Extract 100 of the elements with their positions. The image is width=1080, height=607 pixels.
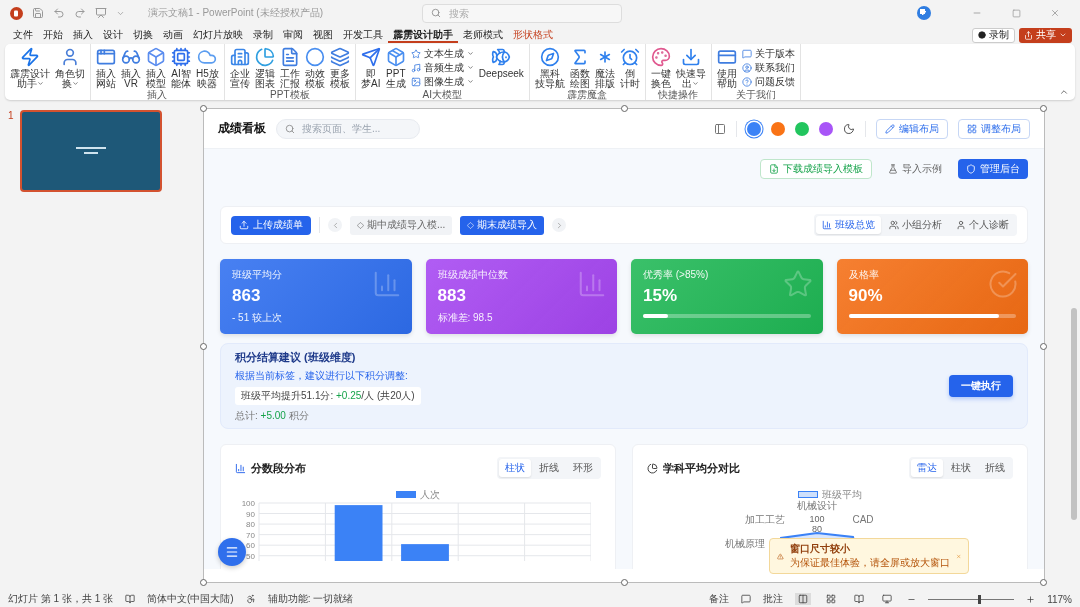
- resize-handle[interactable]: [621, 105, 628, 112]
- action-button[interactable]: 导入示例: [880, 159, 950, 179]
- menu-tab[interactable]: 老师模式: [458, 27, 508, 43]
- menu-tab[interactable]: 形状格式: [508, 27, 558, 43]
- action-button[interactable]: 管理后台: [958, 159, 1028, 179]
- record-button[interactable]: 录制: [972, 27, 1015, 43]
- ribbon-button[interactable]: 工作 汇报: [277, 46, 302, 90]
- ribbon-button[interactable]: 函数 绘图: [567, 46, 592, 90]
- action-button[interactable]: 下载成绩导入模板: [760, 159, 872, 179]
- ribbon-button[interactable]: 音频生成: [410, 61, 474, 74]
- chart-type-tab[interactable]: 柱状: [499, 459, 531, 477]
- upload-button[interactable]: 上传成绩单: [231, 215, 311, 235]
- menu-tab[interactable]: 开始: [38, 27, 68, 43]
- zoom-thumb[interactable]: [978, 594, 982, 604]
- import-chip[interactable]: 期末成绩导入: [460, 215, 545, 235]
- ribbon-button[interactable]: 角色切 换: [53, 46, 87, 90]
- theme-color-dot[interactable]: [795, 121, 809, 136]
- ribbon-button[interactable]: 动效 模板: [302, 46, 327, 90]
- chart-type-tab[interactable]: 柱状: [945, 459, 977, 477]
- menu-tab[interactable]: 插入: [68, 27, 98, 43]
- menu-tab[interactable]: 切换: [128, 27, 158, 43]
- menu-tab[interactable]: 文件: [8, 27, 38, 43]
- presentation-icon[interactable]: [95, 7, 107, 19]
- search-field[interactable]: 搜索页面、学生...: [276, 118, 420, 139]
- ribbon-button[interactable]: 文本生成: [410, 47, 474, 60]
- flask-icon: [888, 164, 898, 174]
- ribbon-button[interactable]: 插入 模型: [144, 46, 168, 90]
- ribbon-button[interactable]: PPT 生成: [383, 46, 408, 90]
- menu-tab[interactable]: 幻灯片放映: [188, 27, 248, 43]
- scrollbar-thumb[interactable]: [1071, 308, 1077, 520]
- menu-tab[interactable]: 录制: [248, 27, 278, 43]
- redo-icon[interactable]: [74, 7, 86, 19]
- chart-type-tab[interactable]: 折线: [533, 459, 565, 477]
- ribbon-button[interactable]: 即 梦AI: [358, 46, 383, 90]
- collapse-icon[interactable]: [1059, 87, 1069, 97]
- accessibility-status[interactable]: 辅助功能: 一切就绪: [267, 592, 354, 606]
- ribbon-button[interactable]: 企业 宣传: [227, 46, 252, 90]
- undo-icon[interactable]: [53, 7, 65, 19]
- menu-tab[interactable]: 视图: [308, 27, 338, 43]
- dark-mode-icon[interactable]: [843, 122, 855, 135]
- view-tab[interactable]: 个人诊断: [950, 216, 1015, 234]
- ribbon-button[interactable]: 倒 计时: [617, 46, 642, 90]
- chart-type-tab[interactable]: 环形: [567, 459, 599, 477]
- theme-color-dot[interactable]: [747, 121, 761, 136]
- ribbon-button[interactable]: H5放 映器: [194, 46, 221, 90]
- resize-handle[interactable]: [200, 343, 207, 350]
- ribbon-button[interactable]: 逻辑 图表: [252, 46, 277, 90]
- save-icon[interactable]: [32, 7, 44, 19]
- ribbon-button[interactable]: 插入 VR: [119, 46, 143, 90]
- view-button[interactable]: [795, 593, 812, 605]
- resize-handle[interactable]: [1040, 105, 1047, 112]
- ribbon-button[interactable]: 插入 网站: [94, 46, 118, 90]
- language-label[interactable]: 简体中文(中国大陆): [147, 592, 234, 606]
- ribbon-button[interactable]: 一键 换色: [648, 46, 673, 90]
- search-input[interactable]: 搜索: [447, 6, 598, 20]
- ribbon-button[interactable]: 问题反馈: [741, 75, 795, 88]
- search-field[interactable]: 搜索: [422, 3, 623, 23]
- layout-button[interactable]: 编辑布局: [876, 118, 948, 139]
- zoom-in-icon[interactable]: [1026, 594, 1036, 604]
- menu-tab[interactable]: 动画: [158, 27, 188, 43]
- menu-tab[interactable]: 审阅: [278, 27, 308, 43]
- ribbon-button[interactable]: 霹雳设计 助手: [8, 46, 52, 90]
- resize-handle[interactable]: [200, 105, 207, 112]
- slide-thumbnail[interactable]: [19, 110, 162, 192]
- close-icon[interactable]: [1050, 8, 1060, 18]
- resize-handle[interactable]: [621, 579, 628, 586]
- menu-tab[interactable]: 开发工具: [338, 27, 388, 43]
- ribbon-button[interactable]: Deepseek: [476, 46, 526, 80]
- ribbon-button[interactable]: 图像生成: [410, 75, 474, 88]
- theme-color-dot[interactable]: [771, 121, 785, 136]
- theme-color-dot[interactable]: [819, 121, 833, 136]
- spelling-icon[interactable]: [125, 594, 135, 604]
- file-download-icon: [769, 164, 779, 174]
- sidebar-toggle-icon[interactable]: [714, 122, 726, 135]
- comments-button[interactable]: 批注: [763, 592, 784, 606]
- ribbon-button[interactable]: 快速导 出: [673, 46, 708, 90]
- avatar[interactable]: [917, 6, 931, 20]
- ribbon-button[interactable]: 使用 帮助: [714, 46, 739, 90]
- execute-button[interactable]: 一键执行: [949, 375, 1013, 397]
- search-input[interactable]: 搜索页面、学生...: [300, 122, 410, 135]
- ribbon-button[interactable]: 关于版本: [741, 47, 795, 60]
- ribbon-button[interactable]: 黑科 技导航: [532, 46, 567, 90]
- notes-button[interactable]: 备注: [709, 592, 730, 606]
- ribbon-button[interactable]: AI智 能体: [169, 46, 193, 90]
- layout-button[interactable]: 调整布局: [958, 118, 1030, 139]
- resize-handle[interactable]: [200, 579, 207, 586]
- view-tab[interactable]: 班级总览: [816, 216, 881, 234]
- chart-type-tab[interactable]: 折线: [979, 459, 1011, 477]
- resize-handle[interactable]: [1040, 343, 1047, 350]
- zoom-level[interactable]: 117%: [1047, 593, 1072, 605]
- accessibility-icon[interactable]: [245, 594, 256, 604]
- chart-type-tab[interactable]: 雷达: [911, 459, 943, 477]
- resize-handle[interactable]: [1040, 579, 1047, 586]
- view-tab[interactable]: 小组分析: [883, 216, 948, 234]
- ribbon-button[interactable]: 魔法 排版: [592, 46, 617, 90]
- ribbon-button[interactable]: 联系我们: [741, 61, 795, 74]
- ribbon-button[interactable]: 更多 模板: [327, 46, 352, 90]
- share-button[interactable]: 共享: [1019, 27, 1072, 43]
- import-chip[interactable]: 期中成绩导入模...: [350, 215, 453, 235]
- menu-tab[interactable]: 设计: [98, 27, 128, 43]
